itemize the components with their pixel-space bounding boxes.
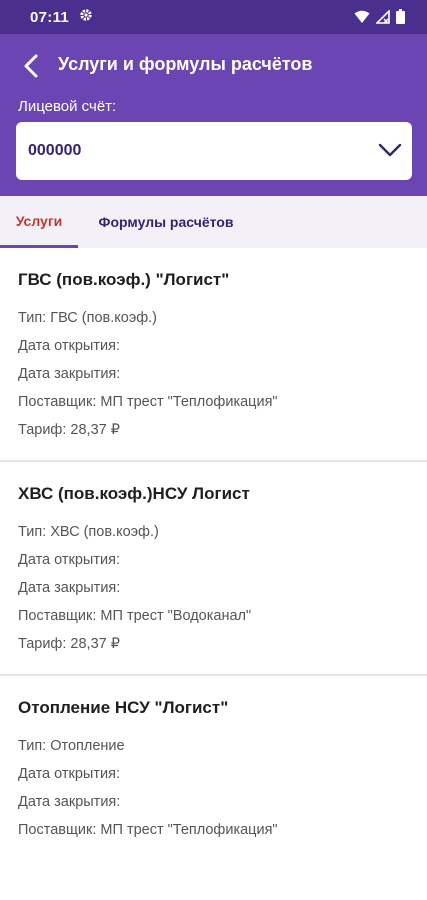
gear-icon bbox=[79, 8, 93, 26]
page-title: Услуги и формулы расчётов bbox=[58, 54, 313, 74]
service-type: Тип: ХВС (пов.коэф.) bbox=[18, 524, 159, 540]
service-opened: Дата открытия: bbox=[18, 766, 120, 782]
back-button[interactable] bbox=[12, 47, 50, 85]
tab-services[interactable]: Услуги bbox=[0, 196, 78, 248]
chevron-left-icon bbox=[24, 54, 38, 78]
tabs: Услуги Формулы расчётов bbox=[0, 196, 427, 248]
service-closed: Дата закрытия: bbox=[18, 366, 121, 382]
service-title: Отопление НСУ "Логист" bbox=[18, 698, 229, 717]
service-type: Тип: Отопление bbox=[18, 738, 125, 754]
service-opened: Дата открытия: bbox=[18, 552, 120, 568]
service-tariff: Тариф: 28,37 ₽ bbox=[18, 422, 120, 438]
service-card: ХВС (пов.коэф.)НСУ Логист Тип: ХВС (пов.… bbox=[0, 462, 427, 676]
service-tariff: Тариф: 28,37 ₽ bbox=[18, 636, 120, 652]
account-label: Лицевой счёт: bbox=[18, 98, 117, 115]
service-card: ГВС (пов.коэф.) "Логист" Тип: ГВС (пов.к… bbox=[0, 248, 427, 462]
scroll-fade bbox=[0, 835, 427, 900]
signal-icon bbox=[376, 9, 390, 24]
service-opened: Дата открытия: bbox=[18, 338, 120, 354]
service-supplier: Поставщик: МП трест "Водоканал" bbox=[18, 608, 252, 624]
account-select[interactable]: 000000 bbox=[16, 122, 412, 180]
service-closed: Дата закрытия: bbox=[18, 580, 121, 596]
services-list: ГВС (пов.коэф.) "Логист" Тип: ГВС (пов.к… bbox=[0, 248, 427, 888]
status-time: 07:11 bbox=[30, 8, 70, 26]
wifi-icon bbox=[354, 10, 370, 23]
service-title: ХВС (пов.коэф.)НСУ Логист bbox=[18, 484, 250, 503]
status-bar: 07:11 bbox=[0, 0, 427, 34]
service-title: ГВС (пов.коэф.) "Логист" bbox=[18, 270, 230, 289]
chevron-down-icon bbox=[378, 143, 402, 157]
battery-icon bbox=[396, 9, 405, 24]
service-closed: Дата закрытия: bbox=[18, 794, 121, 810]
account-value: 000000 bbox=[28, 142, 82, 159]
app-header: Услуги и формулы расчётов Лицевой счёт: … bbox=[0, 34, 427, 196]
service-type: Тип: ГВС (пов.коэф.) bbox=[18, 310, 158, 326]
status-icons bbox=[354, 9, 405, 24]
tab-formulas[interactable]: Формулы расчётов bbox=[78, 196, 254, 248]
service-supplier: Поставщик: МП трест "Теплофикация" bbox=[18, 394, 278, 410]
